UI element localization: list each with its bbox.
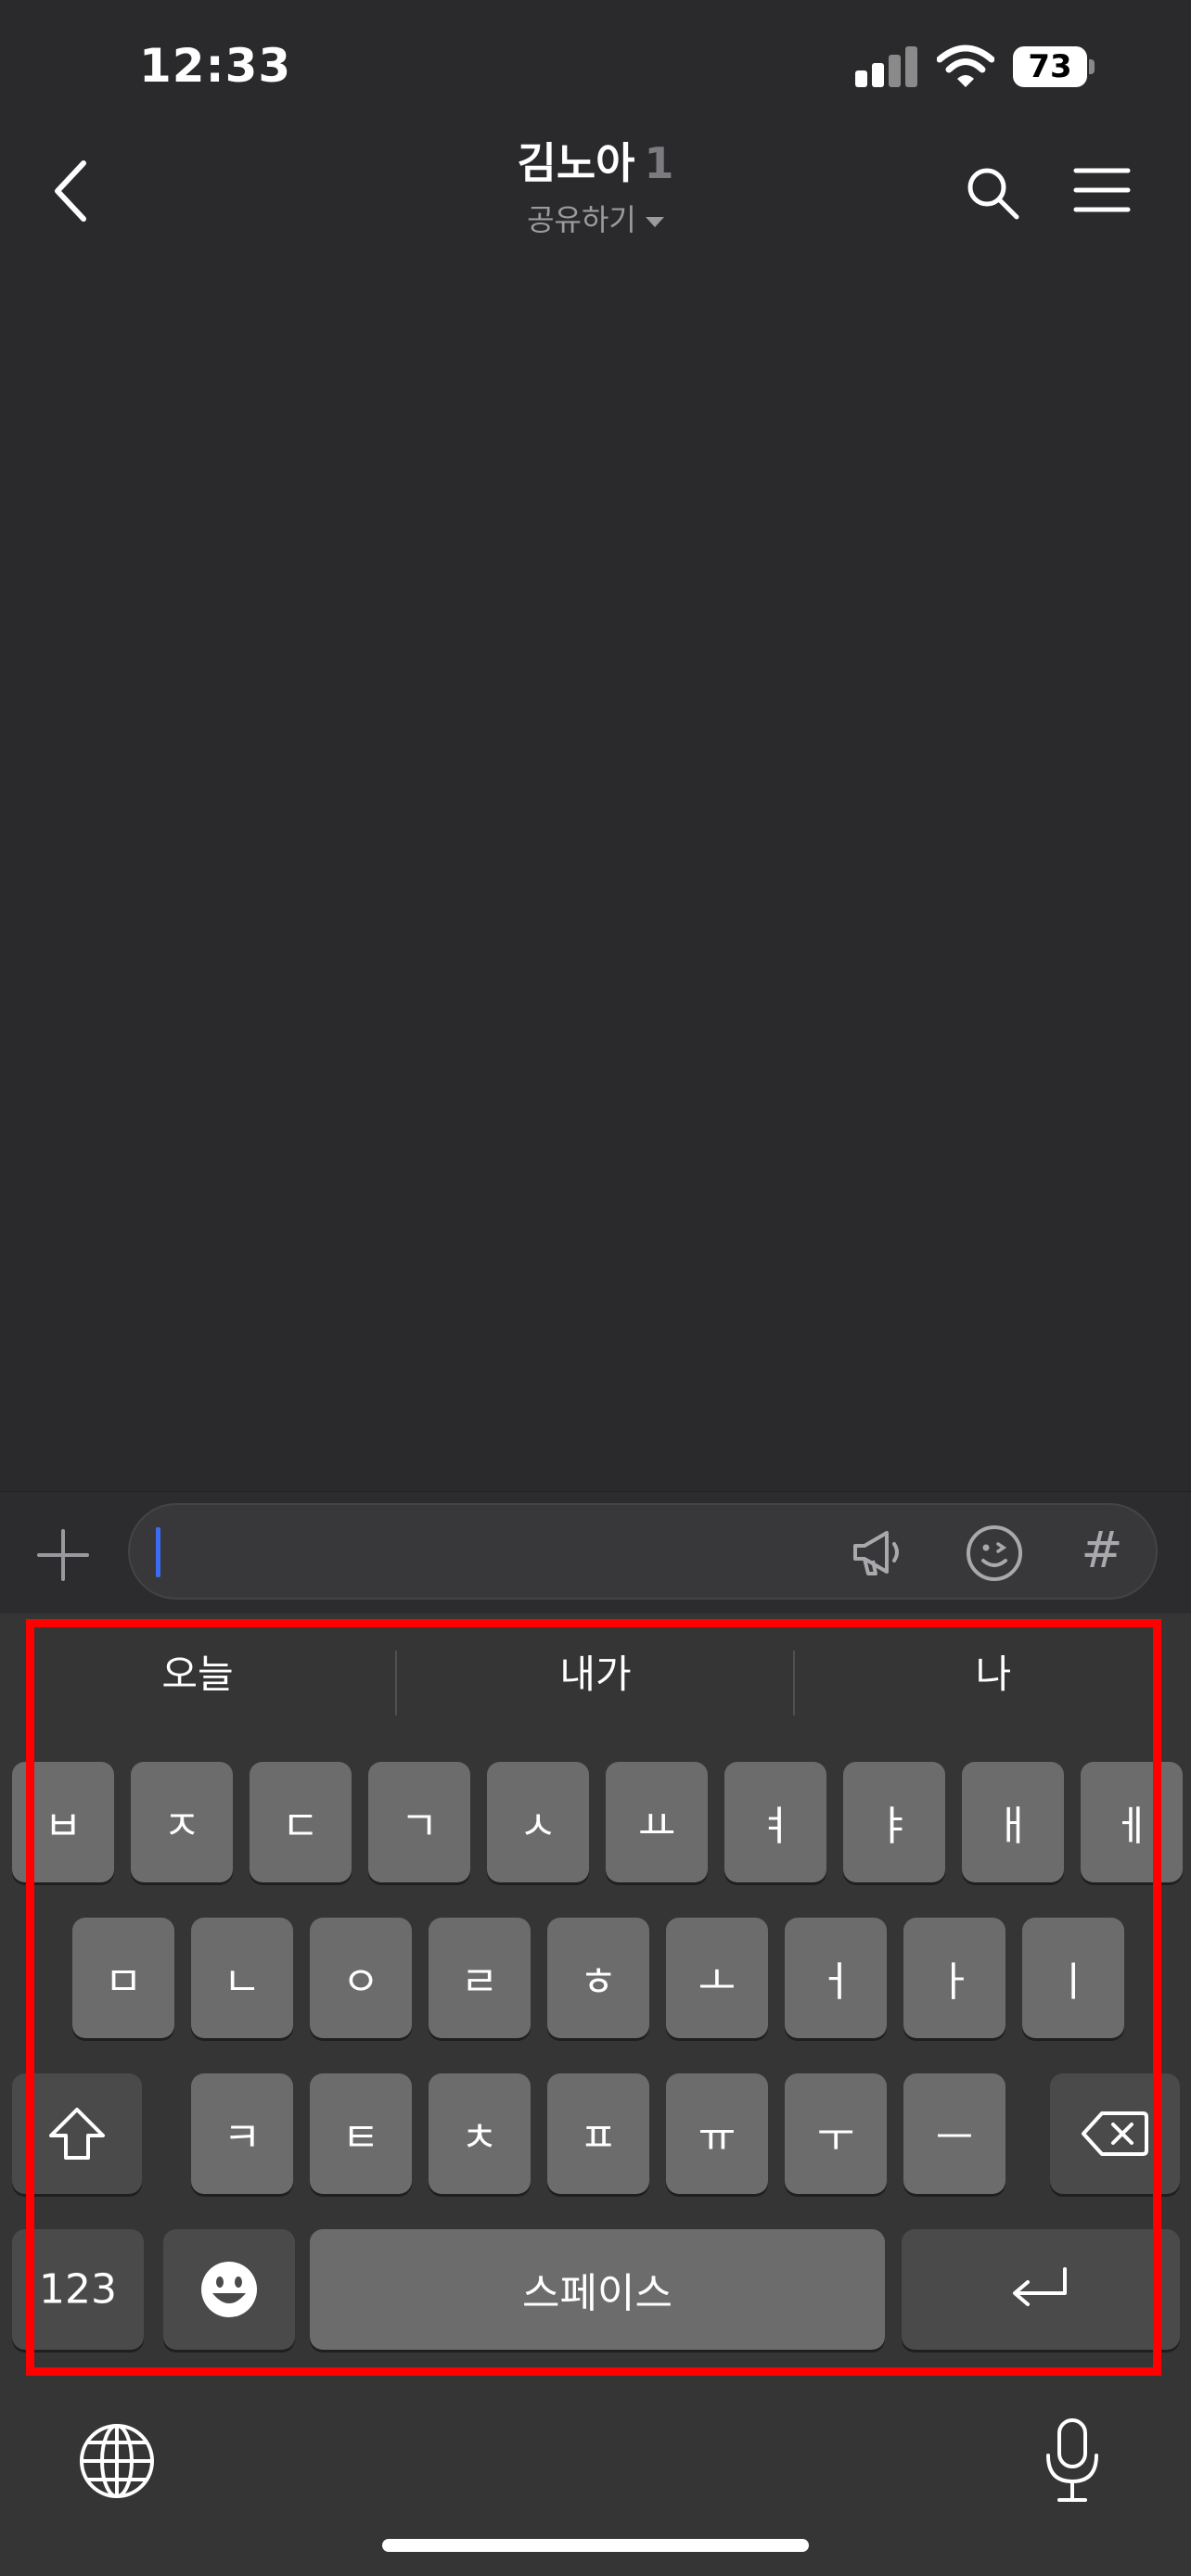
suggestion-divider (793, 1651, 795, 1715)
numbers-key[interactable]: 123 (12, 2229, 144, 2350)
message-input[interactable]: # (128, 1503, 1158, 1600)
home-indicator[interactable] (382, 2539, 809, 2552)
key-hieut[interactable]: ㅎ (547, 1918, 649, 2038)
suggestion-3[interactable]: 나 (796, 1630, 1191, 1719)
backspace-key[interactable] (1050, 2073, 1180, 2194)
backspace-icon (1082, 2111, 1148, 2156)
key-tieut[interactable]: ㅌ (310, 2073, 412, 2194)
message-input-bar: # (0, 1491, 1191, 1614)
key-yo[interactable]: ㅛ (606, 1762, 708, 1882)
key-ya[interactable]: ㅑ (843, 1762, 945, 1882)
key-a[interactable]: ㅏ (903, 1918, 1005, 2038)
key-e[interactable]: ㅔ (1081, 1762, 1183, 1882)
battery-level: 73 (1013, 46, 1087, 87)
key-chieut[interactable]: ㅊ (429, 2073, 531, 2194)
key-digeut[interactable]: ㄷ (250, 1762, 352, 1882)
emoticon-icon[interactable] (965, 1524, 1024, 1583)
plus-icon[interactable] (37, 1529, 89, 1581)
text-cursor (156, 1527, 160, 1577)
emoji-key[interactable] (163, 2229, 295, 2350)
return-key[interactable] (902, 2229, 1180, 2350)
globe-icon[interactable] (78, 2422, 156, 2500)
hashtag-button[interactable]: # (1074, 1518, 1130, 1583)
key-ae[interactable]: ㅐ (962, 1762, 1064, 1882)
key-eo[interactable]: ㅓ (785, 1918, 887, 2038)
key-eu[interactable]: ㅡ (903, 2073, 1005, 2194)
keyboard: 오늘 내가 나 ㅂ ㅈ ㄷ ㄱ ㅅ ㅛ ㅕ ㅑ ㅐ ㅔ ㅁ ㄴ ㅇ ㄹ ㅎ ㅗ … (0, 1613, 1191, 2576)
space-key[interactable]: 스페이스 (310, 2229, 885, 2350)
menu-icon[interactable] (1072, 165, 1132, 215)
share-label: 공유하기 (527, 202, 636, 237)
emoji-icon (201, 2262, 257, 2317)
status-time: 12:33 (139, 39, 292, 93)
search-icon[interactable] (963, 163, 1022, 223)
suggestion-divider (395, 1651, 397, 1715)
message-text-field[interactable] (167, 1522, 894, 1583)
key-siot[interactable]: ㅅ (487, 1762, 589, 1882)
mic-icon[interactable] (1044, 2418, 1100, 2504)
shift-key[interactable] (12, 2073, 142, 2194)
key-ieung[interactable]: ㅇ (310, 1918, 412, 2038)
megaphone-icon[interactable] (850, 1527, 905, 1579)
suggestion-2[interactable]: 내가 (398, 1630, 793, 1719)
key-u[interactable]: ㅜ (785, 2073, 887, 2194)
key-nieun[interactable]: ㄴ (191, 1918, 293, 2038)
key-mieum[interactable]: ㅁ (72, 1918, 174, 2038)
shift-icon (49, 2108, 105, 2160)
battery-icon: 73 (1013, 46, 1098, 89)
chat-name: 김노아 (517, 138, 635, 188)
key-i[interactable]: ㅣ (1022, 1918, 1124, 2038)
return-icon (1013, 2267, 1067, 2306)
caret-down-icon (645, 216, 664, 227)
signal-icon (855, 46, 917, 87)
key-rieul[interactable]: ㄹ (429, 1918, 531, 2038)
key-o[interactable]: ㅗ (666, 1918, 768, 2038)
key-bieup[interactable]: ㅂ (12, 1762, 114, 1882)
key-jieut[interactable]: ㅈ (131, 1762, 233, 1882)
key-yu[interactable]: ㅠ (666, 2073, 768, 2194)
wifi-icon (937, 45, 994, 87)
key-yeo[interactable]: ㅕ (724, 1762, 826, 1882)
key-kieuk[interactable]: ㅋ (191, 2073, 293, 2194)
key-giyeok[interactable]: ㄱ (368, 1762, 470, 1882)
member-count: 1 (644, 138, 674, 188)
key-pieup[interactable]: ㅍ (547, 2073, 649, 2194)
suggestion-1[interactable]: 오늘 (0, 1630, 395, 1719)
